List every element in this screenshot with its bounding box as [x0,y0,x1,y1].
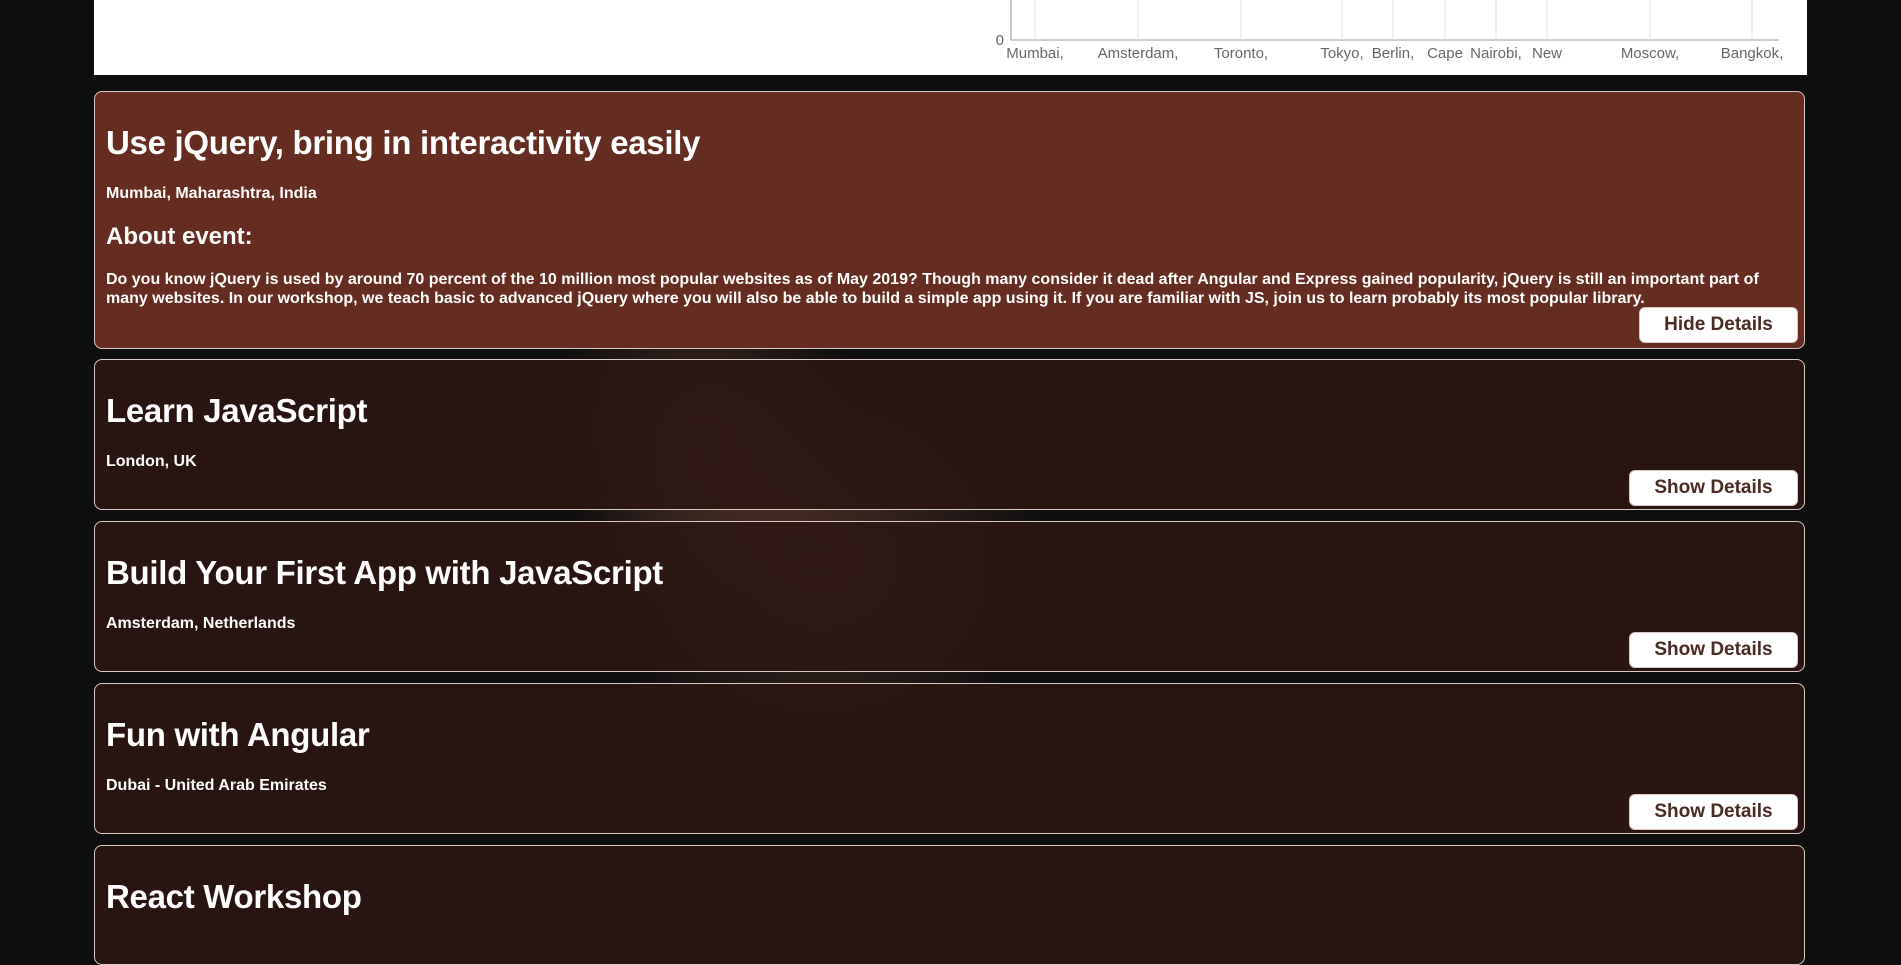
x-tick-label: Amsterdam, [1098,45,1179,62]
show-details-button[interactable]: Show Details [1629,470,1798,506]
about-heading: About event: [106,223,253,250]
event-location: London, UK [106,453,197,470]
x-tick-label: Bangkok, [1721,45,1784,62]
event-card: Use jQuery, bring in interactivity easil… [94,91,1805,349]
x-tick-label: Cape [1427,45,1463,62]
event-title: Build Your First App with JavaScript [106,554,664,591]
x-tick-label: Toronto, [1214,45,1268,62]
x-tick-label: Berlin, [1372,45,1415,62]
event-title: Use jQuery, bring in interactivity easil… [106,124,701,161]
event-location: Mumbai, Maharashtra, India [106,185,317,202]
x-tick-label: Tokyo, [1320,45,1363,62]
event-card: Fun with Angular Dubai - United Arab Emi… [94,683,1805,834]
hide-details-button[interactable]: Hide Details [1639,307,1798,343]
chart-panel: 0 Mumbai, Amsterdam, Toronto, Tokyo, Berlin,… [94,0,1807,75]
event-location: Dubai - United Arab Emirates [106,777,327,794]
show-details-button[interactable]: Show Details [1629,794,1798,830]
event-title: Learn JavaScript [106,392,368,429]
event-location: Amsterdam, Netherlands [106,615,296,632]
x-tick-label: Mumbai, [1006,45,1064,62]
x-tick-label: Moscow, [1621,45,1679,62]
event-title: Fun with Angular [106,716,370,753]
event-card: React Workshop [94,845,1805,965]
x-tick-label: New [1532,45,1562,62]
event-description: Do you know jQuery is used by around 70 … [106,271,1759,307]
event-card: Build Your First App with JavaScript Ams… [94,521,1805,672]
events-chart: 0 Mumbai, Amsterdam, Toronto, Tokyo, Berlin,… [996,0,1784,62]
show-details-button[interactable]: Show Details [1629,632,1798,668]
event-card: Learn JavaScript London, UK Show Details [94,359,1805,510]
x-tick-label: Nairobi, [1470,45,1522,62]
event-title: React Workshop [106,878,362,915]
y-tick-label: 0 [996,32,1004,49]
